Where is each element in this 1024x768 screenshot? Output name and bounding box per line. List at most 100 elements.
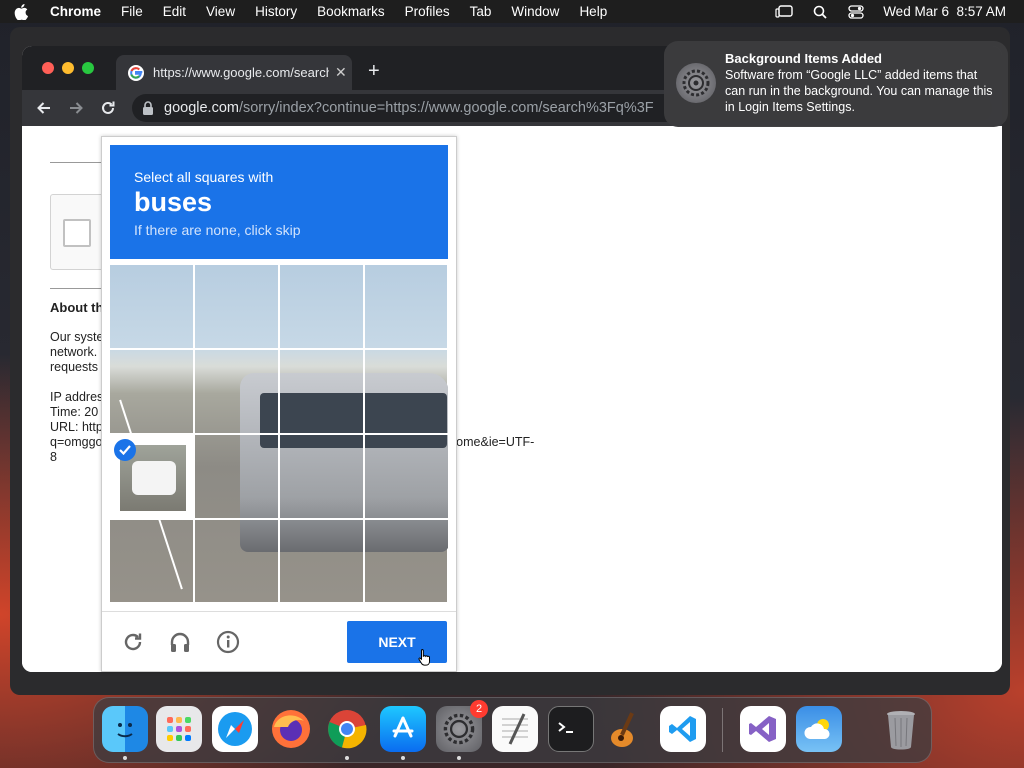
apple-menu-icon[interactable] bbox=[14, 3, 28, 20]
dock-weather-icon[interactable] bbox=[796, 706, 842, 752]
running-indicator bbox=[457, 756, 461, 760]
control-center-icon[interactable] bbox=[847, 4, 865, 19]
dock-trash-icon[interactable] bbox=[878, 706, 924, 752]
menu-bar: Chrome File Edit View History Bookmarks … bbox=[0, 0, 1024, 23]
captcha-tile[interactable] bbox=[280, 265, 363, 348]
menu-edit[interactable]: Edit bbox=[163, 4, 186, 19]
captcha-tile[interactable] bbox=[280, 350, 363, 433]
dock-chrome-icon[interactable] bbox=[324, 706, 370, 760]
captcha-tile[interactable] bbox=[195, 350, 278, 433]
dock-textedit-icon[interactable] bbox=[492, 706, 538, 752]
tile-image bbox=[110, 350, 193, 433]
tile-image bbox=[365, 265, 447, 348]
info-line: Time: 20 bbox=[50, 405, 99, 419]
menu-bookmarks[interactable]: Bookmarks bbox=[317, 4, 385, 19]
reload-icon[interactable] bbox=[98, 98, 118, 118]
para-line: network. bbox=[50, 345, 98, 359]
captcha-tile[interactable] bbox=[365, 350, 448, 433]
recaptcha-checkbox[interactable] bbox=[63, 219, 91, 247]
captcha-hint: If there are none, click skip bbox=[134, 222, 301, 238]
running-indicator bbox=[123, 756, 127, 760]
background-items-notification[interactable]: Background Items Added Software from “Go… bbox=[664, 41, 1008, 127]
captcha-tile[interactable] bbox=[195, 265, 278, 348]
dock-finder-icon[interactable] bbox=[102, 706, 148, 760]
request-info: IP addres Time: 20 URL: http q=omggo 8 bbox=[50, 390, 103, 465]
tile-image bbox=[110, 265, 193, 348]
tile-checkmark-icon bbox=[114, 439, 136, 461]
menu-help[interactable]: Help bbox=[579, 4, 607, 19]
about-heading: About th bbox=[50, 300, 104, 315]
tab-title: https://www.google.com/search bbox=[153, 65, 329, 80]
menu-app-chrome[interactable]: Chrome bbox=[50, 4, 101, 19]
dock-visual-studio-icon[interactable] bbox=[740, 706, 786, 752]
url-domain: google.com bbox=[164, 100, 239, 116]
menu-profiles[interactable]: Profiles bbox=[405, 4, 450, 19]
next-button[interactable]: NEXT bbox=[347, 621, 447, 663]
menu-tab[interactable]: Tab bbox=[470, 4, 492, 19]
captcha-footer: NEXT bbox=[102, 611, 456, 671]
tile-image bbox=[110, 520, 193, 602]
dock-firefox-icon[interactable] bbox=[268, 706, 314, 752]
info-line: q=omggo bbox=[50, 435, 103, 449]
info-icon[interactable] bbox=[215, 629, 241, 655]
back-arrow-icon[interactable] bbox=[34, 98, 54, 118]
captcha-challenge: Select all squares with buses If there a… bbox=[101, 136, 457, 672]
zoom-window-button[interactable] bbox=[82, 62, 94, 74]
captcha-tile[interactable] bbox=[110, 265, 193, 348]
hand-pointer-cursor-icon bbox=[418, 648, 432, 666]
menu-history[interactable]: History bbox=[255, 4, 297, 19]
captcha-tile[interactable] bbox=[195, 520, 278, 603]
audio-challenge-headphones-icon[interactable] bbox=[167, 629, 193, 655]
dock-vscode-icon[interactable] bbox=[660, 706, 706, 752]
captcha-tile[interactable] bbox=[365, 435, 448, 518]
captcha-header: Select all squares with buses If there a… bbox=[110, 145, 448, 259]
captcha-tile[interactable] bbox=[365, 520, 448, 603]
lock-icon[interactable] bbox=[142, 101, 154, 115]
captcha-tile[interactable] bbox=[110, 350, 193, 433]
tile-image bbox=[365, 350, 448, 433]
tile-image bbox=[365, 435, 448, 518]
menu-file[interactable]: File bbox=[121, 4, 143, 19]
dock-garageband-icon[interactable] bbox=[604, 706, 650, 752]
captcha-image-grid bbox=[110, 265, 448, 603]
captcha-tile[interactable] bbox=[110, 520, 193, 603]
tab-close-icon[interactable]: ✕ bbox=[335, 64, 347, 81]
menu-view[interactable]: View bbox=[206, 4, 235, 19]
close-window-button[interactable] bbox=[42, 62, 54, 74]
dock-system-settings-icon[interactable]: 2 bbox=[436, 700, 488, 760]
system-settings-gear-icon bbox=[676, 63, 716, 103]
captcha-tile[interactable] bbox=[110, 435, 193, 518]
about-paragraph: Our syste network. requests bbox=[50, 330, 104, 375]
notification-body: Software from “Google LLC” added items t… bbox=[725, 68, 993, 114]
dock-terminal-icon[interactable] bbox=[548, 706, 594, 752]
google-favicon-icon bbox=[128, 64, 144, 81]
reload-challenge-icon[interactable] bbox=[120, 629, 146, 655]
captcha-tile[interactable] bbox=[195, 435, 278, 518]
menu-window[interactable]: Window bbox=[511, 4, 559, 19]
info-line: URL: http bbox=[50, 420, 103, 434]
running-indicator bbox=[401, 756, 405, 760]
info-line: 8 bbox=[50, 450, 57, 464]
para-line: Our syste bbox=[50, 330, 104, 344]
menubar-clock[interactable]: Wed Mar 6 8:57 AM bbox=[883, 4, 1006, 19]
forward-arrow-icon[interactable] bbox=[66, 98, 86, 118]
dock-safari-icon[interactable] bbox=[212, 706, 258, 752]
dock-app-store-icon[interactable] bbox=[380, 706, 426, 760]
new-tab-button[interactable]: + bbox=[368, 60, 380, 83]
tile-image bbox=[280, 350, 363, 433]
captcha-tile[interactable] bbox=[280, 435, 363, 518]
minimize-window-button[interactable] bbox=[62, 62, 74, 74]
dock-launchpad-icon[interactable] bbox=[156, 706, 202, 752]
running-indicator bbox=[345, 756, 349, 760]
tile-image bbox=[280, 265, 363, 348]
captcha-tile[interactable] bbox=[280, 520, 363, 603]
tab-google-search[interactable]: https://www.google.com/search ✕ bbox=[116, 55, 352, 90]
info-line: IP addres bbox=[50, 390, 104, 404]
window-controls bbox=[42, 62, 94, 74]
url-path: /sorry/index?continue=https://www.google… bbox=[238, 100, 654, 116]
tile-image bbox=[195, 350, 278, 433]
spotlight-search-icon[interactable] bbox=[811, 5, 829, 19]
captcha-tile[interactable] bbox=[365, 265, 448, 348]
tile-image bbox=[195, 435, 278, 518]
stage-manager-icon[interactable] bbox=[775, 4, 793, 19]
